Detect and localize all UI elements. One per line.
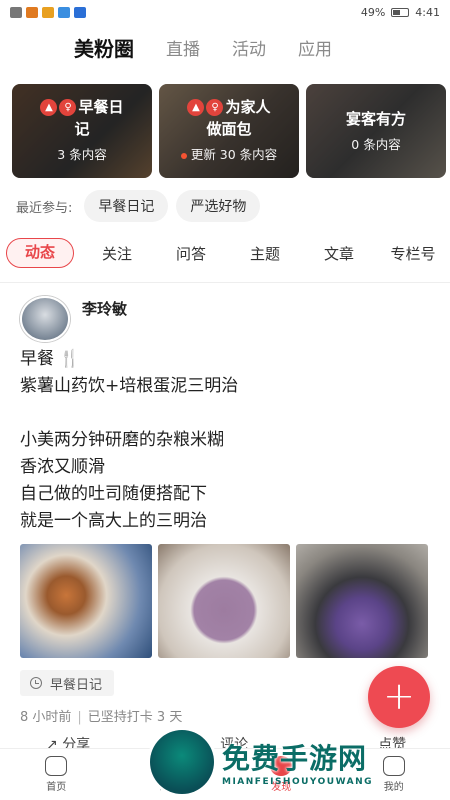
post-photos bbox=[20, 544, 428, 658]
app-notify-icon bbox=[26, 6, 38, 18]
post-body[interactable]: 早餐 🍴 紫薯山药饮+培根蛋泥三明治 小美两分钟研磨的杂粮米糊 香浓又顺滑 自己… bbox=[20, 346, 238, 535]
watermark-title: 免费手游网 bbox=[222, 742, 368, 775]
battery-icon bbox=[391, 7, 410, 17]
topic-cards: ▲ ♀ 早餐日 记 3 条内容 ▲ ♀ 为家人 做面包 更新 30 条内容 宴客有方 0… bbox=[12, 84, 450, 178]
post-photo[interactable] bbox=[296, 544, 428, 658]
home-icon bbox=[45, 756, 68, 776]
nav-home-label: 首页 bbox=[46, 782, 67, 793]
add-post-button[interactable]: + bbox=[368, 666, 430, 728]
app-notify-icon bbox=[74, 6, 86, 18]
topic-tag[interactable]: 早餐日记 bbox=[20, 670, 115, 696]
status-bar: 49% 4:41 bbox=[0, 0, 450, 24]
app-notify-icon bbox=[58, 6, 70, 18]
recent-participation: 最近参与: 早餐日记 严选好物 bbox=[16, 190, 261, 222]
topic-tag-label: 早餐日记 bbox=[50, 677, 103, 693]
card-title: 早餐日 bbox=[78, 98, 124, 116]
post-line: 香浓又顺滑 bbox=[20, 457, 105, 477]
battery-percent: 49% bbox=[360, 5, 386, 19]
post-line: 紫薯山药饮+培根蛋泥三明治 bbox=[20, 376, 239, 396]
tab-qa[interactable]: 问答 bbox=[154, 243, 228, 264]
post-line: 小美两分钟研磨的杂粮米糊 bbox=[20, 430, 224, 450]
hot-icon: ▲ bbox=[40, 99, 58, 116]
watermark-logo-icon bbox=[150, 730, 214, 794]
tab-apps[interactable]: 应用 bbox=[298, 35, 332, 60]
card-title-line2: 记 bbox=[74, 120, 90, 138]
watermark: 免费手游网 MIANFEISHOUYOUWANG bbox=[150, 724, 450, 800]
female-icon: ♀ bbox=[59, 99, 77, 116]
post-time: 8 小时前 bbox=[20, 710, 72, 725]
tab-columns[interactable]: 专栏号 bbox=[376, 243, 450, 264]
app-notify-icon bbox=[42, 6, 54, 18]
card-title-line2: 做面包 bbox=[206, 120, 252, 138]
update-dot-icon bbox=[180, 152, 187, 159]
tab-live[interactable]: 直播 bbox=[166, 35, 200, 60]
post-line: 早餐 🍴 bbox=[20, 349, 81, 369]
watermark-subtitle: MIANFEISHOUYOUWANG bbox=[222, 777, 373, 787]
divider bbox=[0, 282, 450, 283]
card-count: 3 条内容 bbox=[57, 147, 107, 162]
tab-topics[interactable]: 主题 bbox=[228, 243, 302, 264]
post-photo[interactable] bbox=[20, 544, 152, 658]
recent-chip[interactable]: 严选好物 bbox=[176, 190, 261, 222]
recent-label: 最近参与: bbox=[16, 200, 73, 216]
post-line: 自己做的吐司随便搭配下 bbox=[20, 484, 207, 504]
post-line bbox=[20, 400, 238, 427]
signal-icon bbox=[10, 6, 22, 18]
card-count: 更新 30 条内容 bbox=[190, 147, 278, 162]
post-meta: 8 小时前 | 已坚持打卡 3 天 bbox=[20, 710, 183, 725]
top-tabs: 美粉圈 直播 活动 应用 bbox=[0, 28, 450, 66]
female-icon: ♀ bbox=[206, 99, 224, 116]
tab-feed[interactable]: 动态 bbox=[6, 238, 74, 268]
card-count: 0 条内容 bbox=[351, 137, 401, 152]
tab-following[interactable]: 关注 bbox=[80, 243, 154, 264]
post-line: 就是一个高大上的三明治 bbox=[20, 511, 207, 531]
nav-home[interactable]: 首页 bbox=[0, 749, 113, 800]
topic-card[interactable]: ▲ ♀ 早餐日 记 3 条内容 bbox=[12, 84, 152, 178]
sub-tabs: 动态 关注 问答 主题 文章 专栏号 bbox=[6, 238, 450, 268]
topic-card[interactable]: 宴客有方 0 条内容 bbox=[306, 84, 446, 178]
hot-icon: ▲ bbox=[187, 99, 205, 116]
status-icons bbox=[10, 6, 86, 18]
card-title: 为家人 bbox=[225, 98, 271, 116]
clock-icon bbox=[30, 677, 42, 689]
avatar[interactable] bbox=[20, 296, 70, 342]
tab-meifenquan[interactable]: 美粉圈 bbox=[74, 33, 134, 62]
tab-articles[interactable]: 文章 bbox=[302, 243, 376, 264]
tab-activity[interactable]: 活动 bbox=[232, 35, 266, 60]
card-title: 宴客有方 bbox=[345, 110, 406, 128]
topic-card[interactable]: ▲ ♀ 为家人 做面包 更新 30 条内容 bbox=[159, 84, 299, 178]
recent-chip[interactable]: 早餐日记 bbox=[84, 190, 169, 222]
clock-time: 4:41 bbox=[415, 5, 440, 19]
post-photo[interactable] bbox=[158, 544, 290, 658]
author-name[interactable]: 李玲敏 bbox=[82, 298, 127, 319]
streak-text: 已坚持打卡 3 天 bbox=[87, 710, 183, 725]
